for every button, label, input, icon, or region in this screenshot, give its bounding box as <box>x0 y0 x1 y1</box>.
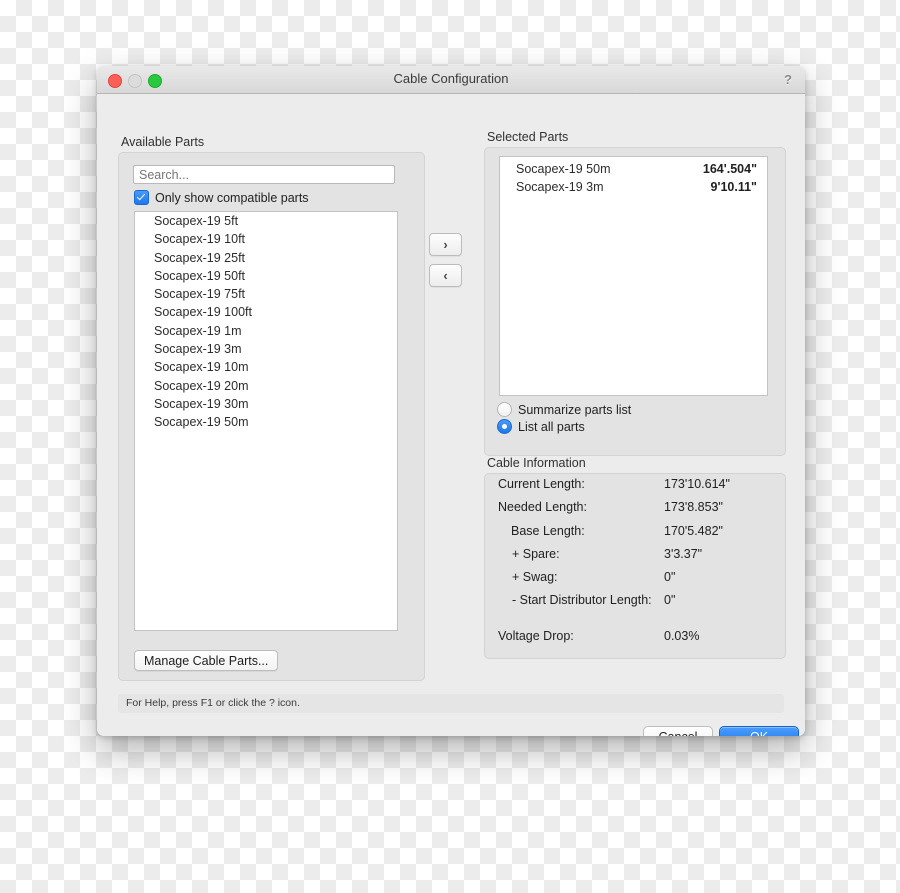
list-item[interactable]: Socapex-19 50m <box>135 413 397 431</box>
cable-information-row: Voltage Drop: 0.03% <box>484 625 784 648</box>
list-item[interactable]: Socapex-19 3m <box>135 340 397 358</box>
question-mark-icon[interactable]: ? <box>781 71 795 88</box>
cable-information-row: - Start Distributor Length: 0" <box>484 589 784 612</box>
only-show-compatible-parts-label: Only show compatible parts <box>155 190 309 205</box>
list-item[interactable]: Socapex-19 50m 164'.504" <box>500 160 767 178</box>
search-input[interactable] <box>133 165 395 184</box>
selected-part-name: Socapex-19 50m <box>516 162 611 176</box>
cable-information-label: Cable Information <box>487 456 586 470</box>
cable-information-value-cell: 0" <box>664 570 676 585</box>
list-item[interactable]: Socapex-19 1m <box>135 322 397 340</box>
list-item[interactable]: Socapex-19 10ft <box>135 230 397 248</box>
ok-button[interactable]: OK <box>719 726 799 736</box>
selected-parts-label: Selected Parts <box>487 130 569 144</box>
summarize-parts-list-radio-row[interactable]: Summarize parts list <box>497 402 631 417</box>
cable-information-label-cell: + Swag: <box>512 570 558 585</box>
cable-information-row: Base Length: 170'5.482" <box>484 520 784 543</box>
cable-information-label-cell: Base Length: <box>511 523 585 538</box>
selected-part-length: 164'.504" <box>702 162 757 176</box>
list-item[interactable]: Socapex-19 10m <box>135 358 397 376</box>
list-item[interactable]: Socapex-19 20m <box>135 377 397 395</box>
cable-information-label-cell: Voltage Drop: <box>498 628 574 643</box>
cable-information-label-cell: Current Length: <box>498 477 585 491</box>
cancel-button[interactable]: Cancel <box>643 726 713 736</box>
list-item[interactable]: Socapex-19 30m <box>135 395 397 413</box>
cable-information-value-cell: 170'5.482" <box>664 523 723 538</box>
list-item[interactable]: Socapex-19 5ft <box>135 212 397 230</box>
status-bar-text: For Help, press F1 or click the ? icon. <box>126 697 300 709</box>
list-all-parts-radio-row[interactable]: List all parts <box>497 419 585 434</box>
available-parts-list[interactable]: Socapex-19 5ft Socapex-19 10ft Socapex-19 … <box>134 211 398 631</box>
checkbox-icon[interactable] <box>134 190 149 205</box>
summarize-parts-list-label: Summarize parts list <box>518 402 632 417</box>
list-all-parts-label: List all parts <box>518 419 585 434</box>
cable-information-row: + Spare: 3'3.37" <box>484 543 784 566</box>
chevron-right-icon[interactable]: › <box>429 233 462 256</box>
cable-information-value-cell: 173'8.853" <box>664 500 723 515</box>
list-item[interactable]: Socapex-19 75ft <box>135 285 397 303</box>
list-item[interactable]: Socapex-19 50ft <box>135 267 397 285</box>
selected-parts-list[interactable]: Socapex-19 50m 164'.504" Socapex-19 3m 9'10… <box>499 156 768 396</box>
cable-information-value-cell: 3'3.37" <box>664 546 703 561</box>
radio-icon[interactable] <box>497 402 512 417</box>
cable-information-table: Current Length: 173'10.614" Needed Length:… <box>484 473 784 648</box>
radio-selected-icon[interactable] <box>497 419 512 434</box>
manage-cable-parts-button[interactable]: Manage Cable Parts... <box>134 650 279 671</box>
only-show-compatible-parts-row[interactable]: Only show compatible parts <box>134 190 309 205</box>
window-title: Cable Configuration <box>393 71 509 86</box>
cable-information-label-cell: + Spare: <box>512 546 560 561</box>
list-item[interactable]: Socapex-19 100ft <box>135 303 397 321</box>
selected-part-name: Socapex-19 3m <box>516 180 604 195</box>
dialog-content: Available Parts Only show compatible par… <box>97 94 805 736</box>
list-item[interactable]: Socapex-19 3m 9'10.11" <box>500 178 767 196</box>
cable-information-value-cell: 0" <box>664 593 676 608</box>
cable-information-label-cell: Needed Length: <box>498 500 587 515</box>
title-bar[interactable]: Cable Configuration ? <box>97 66 805 94</box>
available-parts-label: Available Parts <box>121 135 205 149</box>
status-bar: For Help, press F1 or click the ? icon. <box>118 694 784 713</box>
cable-information-value-cell: 173'10.614" <box>664 477 730 491</box>
list-item[interactable]: Socapex-19 25ft <box>135 249 397 267</box>
chevron-left-icon[interactable]: ‹ <box>429 264 462 287</box>
cable-information-value-cell: 0.03% <box>664 628 700 643</box>
cable-information-label-cell: - Start Distributor Length: <box>512 593 652 608</box>
selected-part-length: 9'10.11" <box>710 180 757 195</box>
cable-configuration-window: Cable Configuration ? Available Parts On… <box>97 66 805 736</box>
cable-information-row: Current Length: 173'10.614" <box>484 473 784 496</box>
cable-information-row: Needed Length: 173'8.853" <box>484 496 784 519</box>
cable-information-row: + Swag: 0" <box>484 566 784 589</box>
